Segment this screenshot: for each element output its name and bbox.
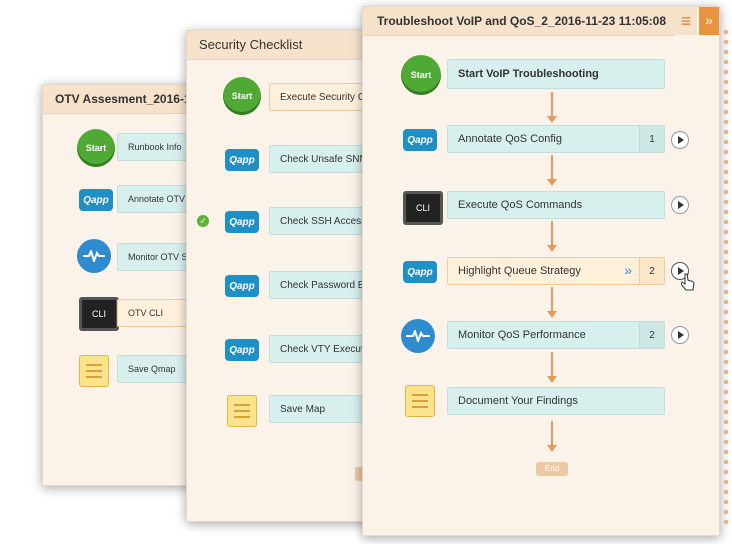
menu-icon[interactable]: ≡ (675, 7, 697, 35)
node-monitor[interactable] (77, 239, 111, 273)
heartbeat-monitor-icon (77, 239, 111, 273)
panel-title-bar: Troubleshoot VoIP and QoS_2_2016-11-23 1… (363, 7, 675, 36)
node-cli[interactable]: CLI (79, 297, 119, 331)
count-badge: 2 (639, 322, 664, 348)
node-qapp[interactable]: Qapp (225, 211, 259, 233)
node-qapp[interactable]: Qapp (225, 149, 259, 171)
end-node[interactable]: End (536, 462, 568, 476)
node-label: Annotate QoS Config (458, 133, 562, 145)
node-box[interactable]: Annotate QoS Config 1 (447, 125, 665, 153)
flow-arrow (547, 92, 557, 123)
node-doc[interactable] (405, 385, 435, 417)
runbook-panel-voip: Troubleshoot VoIP and QoS_2_2016-11-23 1… (362, 6, 729, 536)
node-start[interactable]: Start (223, 77, 261, 115)
panel-title: Troubleshoot VoIP and QoS_2_2016-11-23 1… (377, 14, 667, 28)
flow-arrow (547, 155, 557, 186)
node-label[interactable]: Start VoIP Troubleshooting (447, 59, 665, 89)
node-qapp[interactable]: Qapp (403, 261, 437, 283)
start-icon: Start (223, 77, 261, 115)
play-button[interactable] (671, 326, 689, 344)
flow-arrow (547, 287, 557, 318)
qapp-icon: Qapp (225, 275, 259, 297)
node-qapp[interactable]: Qapp (225, 275, 259, 297)
flow-arrow (547, 352, 557, 383)
mouse-cursor-icon (681, 273, 695, 291)
node-label[interactable]: Document Your Findings (447, 387, 665, 415)
cli-terminal-icon: CLI (403, 191, 443, 225)
node-qapp[interactable]: Qapp (79, 189, 113, 211)
qapp-icon: Qapp (79, 189, 113, 211)
count-badge: 1 (639, 126, 664, 152)
cli-terminal-icon: CLI (79, 297, 119, 331)
qapp-icon: Qapp (403, 261, 437, 283)
node-start[interactable]: Start (77, 129, 115, 167)
node-label: Highlight Queue Strategy (458, 265, 581, 277)
node-box[interactable]: Highlight Queue Strategy » 2 (447, 257, 665, 285)
qapp-icon: Qapp (225, 339, 259, 361)
check-icon: ✓ (197, 215, 209, 227)
node-cli[interactable]: CLI (403, 191, 443, 225)
qapp-icon: Qapp (403, 129, 437, 151)
node-doc[interactable] (227, 395, 257, 427)
count-badge: 2 (639, 258, 664, 284)
node-qapp[interactable]: Qapp (403, 129, 437, 151)
document-icon (405, 385, 435, 417)
qapp-icon: Qapp (225, 211, 259, 233)
node-qapp[interactable]: Qapp (225, 339, 259, 361)
node-label[interactable]: Execute QoS Commands (447, 191, 665, 219)
qapp-icon: Qapp (225, 149, 259, 171)
start-icon: Start (401, 55, 441, 95)
double-chevron-icon: » (624, 262, 632, 278)
node-doc[interactable] (79, 355, 109, 387)
heartbeat-monitor-icon (401, 319, 435, 353)
node-start[interactable]: Start (401, 55, 441, 95)
document-icon (79, 355, 109, 387)
panel-edge-dots (723, 27, 729, 525)
start-icon: Start (77, 129, 115, 167)
document-icon (227, 395, 257, 427)
node-label: Monitor QoS Performance (458, 329, 586, 341)
play-button[interactable] (671, 196, 689, 214)
node-monitor[interactable] (401, 319, 435, 353)
collapse-panel-button[interactable]: » (699, 7, 719, 35)
flow-arrow (547, 421, 557, 452)
play-button[interactable] (671, 131, 689, 149)
flow-arrow (547, 221, 557, 252)
node-box[interactable]: Monitor QoS Performance 2 (447, 321, 665, 349)
